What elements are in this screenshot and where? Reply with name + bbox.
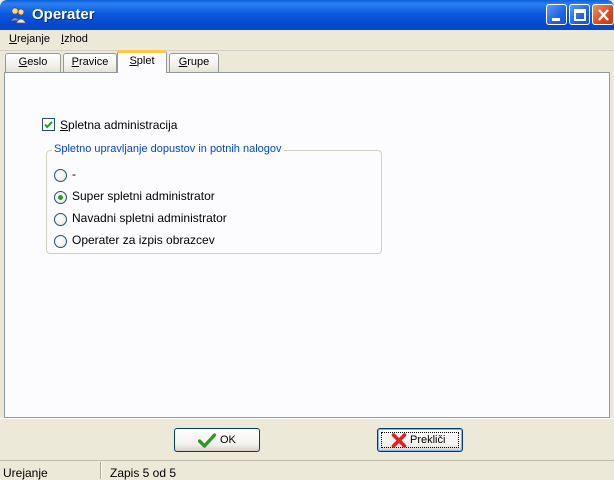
- minimize-button[interactable]: [546, 4, 567, 25]
- radio-navadni-label: Navadni spletni administrator: [72, 211, 227, 225]
- tab-pravice[interactable]: Pravice: [63, 53, 117, 72]
- radio-super-spletni-administrator[interactable]: [54, 191, 67, 204]
- status-separator: [100, 462, 102, 479]
- app-people-icon: [9, 7, 27, 24]
- tab-geslo[interactable]: Geslo: [5, 53, 61, 72]
- window-title: Operater: [32, 6, 95, 23]
- tab-splet[interactable]: Splet: [117, 50, 167, 73]
- menu-bar: Urejanje Izhod: [0, 30, 614, 51]
- maximize-button[interactable]: [569, 4, 590, 25]
- radio-operater-za-izpis-obrazcev[interactable]: [54, 235, 67, 248]
- checkmark-icon: [198, 433, 216, 448]
- maximize-icon: [574, 9, 586, 21]
- radio-super-label: Super spletni administrator: [72, 189, 215, 203]
- status-record: Zapis 5 od 5: [110, 466, 177, 480]
- radio-navadni-spletni-administrator[interactable]: [54, 213, 67, 226]
- button-bar: [0, 418, 614, 461]
- minimize-icon: [552, 18, 560, 21]
- status-bar: [0, 460, 614, 480]
- close-button[interactable]: [592, 4, 614, 25]
- spletna-administracija-checkbox[interactable]: [42, 118, 55, 131]
- status-mode: Urejanje: [3, 466, 48, 480]
- x-cross-icon: [391, 433, 407, 448]
- menu-urejanje[interactable]: Urejanje: [9, 33, 50, 45]
- checkmark-icon: [44, 121, 53, 129]
- close-icon: [598, 9, 609, 21]
- title-bar[interactable]: Operater: [0, 0, 614, 30]
- radio-operater-label: Operater za izpis obrazcev: [72, 233, 215, 247]
- menu-izhod[interactable]: Izhod: [61, 33, 88, 45]
- radio-none-label: -: [72, 167, 76, 181]
- radio-none[interactable]: [54, 169, 67, 182]
- tab-strip: Geslo Pravice Splet Grupe: [0, 50, 614, 73]
- tab-grupe[interactable]: Grupe: [169, 53, 219, 72]
- cancel-button[interactable]: Prekliči: [377, 428, 463, 452]
- ok-button[interactable]: OK: [174, 428, 260, 452]
- radio-selected-dot: [58, 195, 63, 200]
- spletna-administracija-label: Spletna administracija: [60, 118, 178, 132]
- groupbox-legend: Spletno upravljanje dopustov in potnih n…: [52, 143, 284, 155]
